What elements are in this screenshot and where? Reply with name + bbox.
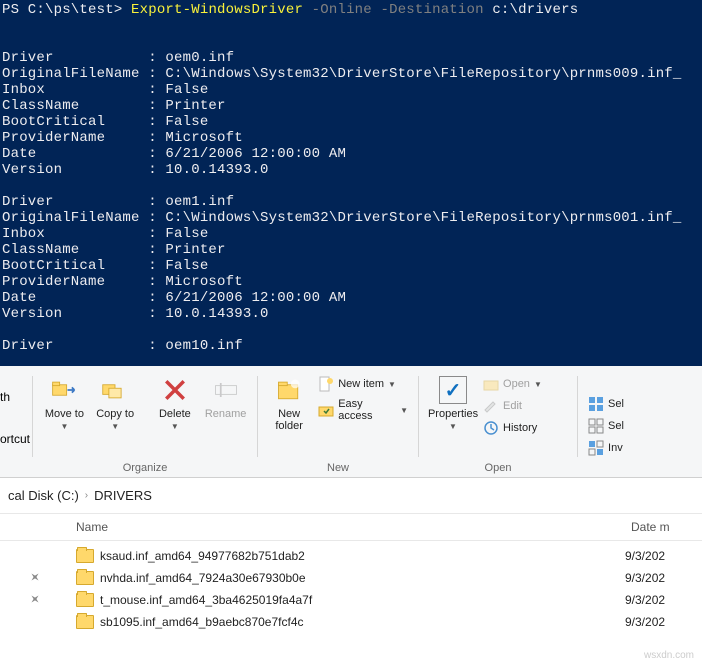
file-name: ksaud.inf_amd64_94977682b751dab2 <box>100 549 625 563</box>
select-all-button[interactable]: Sel <box>584 394 674 414</box>
file-name: nvhda.inf_amd64_7924a30e67930b0e <box>100 571 625 585</box>
invert-selection-button[interactable]: Inv <box>584 438 674 458</box>
leftcut-fragment: th ortcut <box>0 372 32 477</box>
pin-icon <box>26 572 44 585</box>
rename-button[interactable]: Rename <box>200 372 251 420</box>
flag-destination: -Destination <box>381 2 484 18</box>
file-name: t_mouse.inf_amd64_3ba4625019fa4a7f <box>100 593 625 607</box>
file-date: 9/3/202 <box>625 571 665 585</box>
delete-label: Delete <box>159 408 191 420</box>
folder-icon <box>76 593 94 607</box>
copy-to-label: Copy to <box>96 408 134 420</box>
history-button[interactable]: History <box>479 418 569 438</box>
watermark: wsxdn.com <box>644 650 694 661</box>
file-date: 9/3/202 <box>625 593 665 607</box>
edit-label: Edit <box>503 400 522 412</box>
pin-icon <box>26 594 44 607</box>
crumb-disk[interactable]: cal Disk (C:) <box>8 488 79 503</box>
list-item[interactable]: ksaud.inf_amd64_94977682b751dab29/3/202 <box>26 545 702 567</box>
new-folder-label: New folder <box>266 408 312 432</box>
file-list: ksaud.inf_amd64_94977682b751dab29/3/202n… <box>0 541 702 635</box>
powershell-terminal[interactable]: PS C:\ps\test> Export-WindowsDriver -Onl… <box>0 0 702 366</box>
list-item[interactable]: t_mouse.inf_amd64_3ba4625019fa4a7f9/3/20… <box>26 589 702 611</box>
column-headers[interactable]: Name Date m <box>0 514 702 541</box>
chevron-right-icon: › <box>85 490 88 501</box>
move-to-label: Move to <box>45 408 84 420</box>
file-explorer: th ortcut Move to▼ Copy to▼ Delete▼ <box>0 366 702 635</box>
prompt: PS C:\ps\test> <box>2 2 131 18</box>
select-none-button[interactable]: Sel <box>584 416 674 436</box>
folder-icon <box>76 571 94 585</box>
crumb-drivers[interactable]: DRIVERS <box>94 488 152 503</box>
new-item-button[interactable]: New item▼ <box>314 374 412 394</box>
folder-icon <box>76 549 94 563</box>
arg-path: c:\drivers <box>492 2 578 18</box>
breadcrumb[interactable]: cal Disk (C:) › DRIVERS <box>0 478 702 514</box>
move-to-button[interactable]: Move to▼ <box>39 372 90 431</box>
col-date[interactable]: Date m <box>631 520 702 534</box>
list-item[interactable]: nvhda.inf_amd64_7924a30e67930b0e9/3/202 <box>26 567 702 589</box>
command: Export-WindowsDriver <box>131 2 303 18</box>
group-organize: Organize <box>39 462 251 477</box>
folder-icon <box>76 615 94 629</box>
flag-online: -Online <box>312 2 372 18</box>
select-all-label: Sel <box>608 398 624 410</box>
file-name: sb1095.inf_amd64_b9aebc870e7fcf4c <box>100 615 625 629</box>
copy-to-button[interactable]: Copy to▼ <box>90 372 141 431</box>
col-name[interactable]: Name <box>76 520 631 534</box>
edit-button[interactable]: Edit <box>479 396 569 416</box>
properties-label: Properties <box>428 408 478 420</box>
easy-access-label: Easy access <box>338 398 396 422</box>
easy-access-button[interactable]: Easy access▼ <box>314 396 412 424</box>
select-none-label: Sel <box>608 420 624 432</box>
new-item-label: New item <box>338 378 384 390</box>
open-button[interactable]: Open▼ <box>479 374 569 394</box>
file-date: 9/3/202 <box>625 615 665 629</box>
group-open: Open <box>425 462 571 477</box>
group-new: New <box>264 462 412 477</box>
delete-button[interactable]: Delete▼ <box>150 372 201 431</box>
history-label: History <box>503 422 537 434</box>
file-date: 9/3/202 <box>625 549 665 563</box>
text-th: th <box>0 390 30 404</box>
properties-button[interactable]: ✓ Properties▼ <box>427 372 479 431</box>
open-label: Open <box>503 378 530 390</box>
list-item[interactable]: sb1095.inf_amd64_b9aebc870e7fcf4c9/3/202 <box>26 611 702 633</box>
invert-label: Inv <box>608 442 623 454</box>
label-driver: Driver : oem10.inf <box>2 338 243 354</box>
ribbon: th ortcut Move to▼ Copy to▼ Delete▼ <box>0 366 702 478</box>
new-folder-button[interactable]: New folder <box>264 372 314 432</box>
text-ortcut: ortcut <box>0 432 30 446</box>
rename-label: Rename <box>205 408 247 420</box>
